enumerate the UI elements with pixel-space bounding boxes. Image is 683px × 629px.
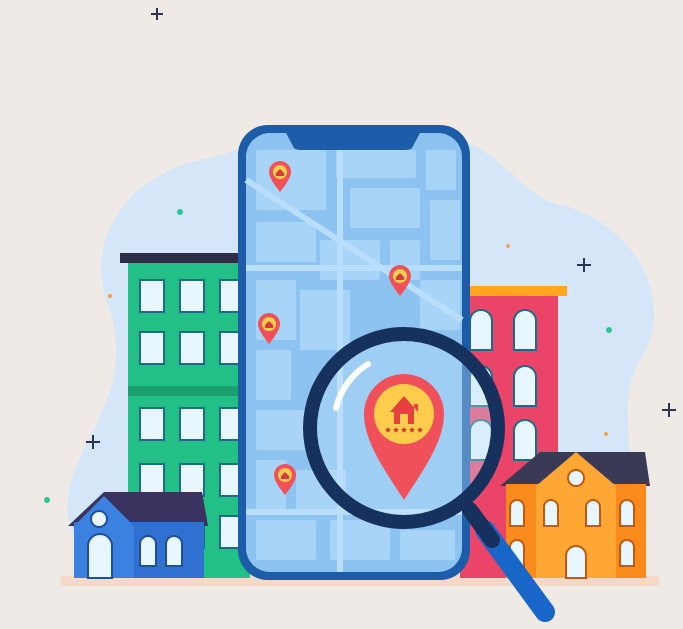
sparkle-dot [108,294,112,298]
house-window [509,499,525,527]
building-window [139,463,165,497]
building-window [513,309,537,351]
sparkle-dot [506,244,510,248]
building-window [179,463,205,497]
plus-sparkle-icon [151,8,163,20]
building-window [139,407,165,441]
sparkle-dot [606,327,612,333]
plus-sparkle-icon [662,403,676,417]
building-window [513,419,537,461]
phone-notch [286,133,420,150]
building-window [513,365,537,407]
sparkle-dot [44,497,50,503]
building-window [179,331,205,365]
orange-house [500,452,650,579]
building-window [179,279,205,313]
house-window [585,499,601,527]
house-window [619,539,635,567]
building-window [139,279,165,313]
house-window [543,499,559,527]
building-window [139,331,165,365]
house-window [619,499,635,527]
building-window [179,407,205,441]
real-estate-illustration [44,8,676,622]
building-window [469,309,493,351]
sparkle-dot [604,432,608,436]
sparkle-dot [177,209,183,215]
